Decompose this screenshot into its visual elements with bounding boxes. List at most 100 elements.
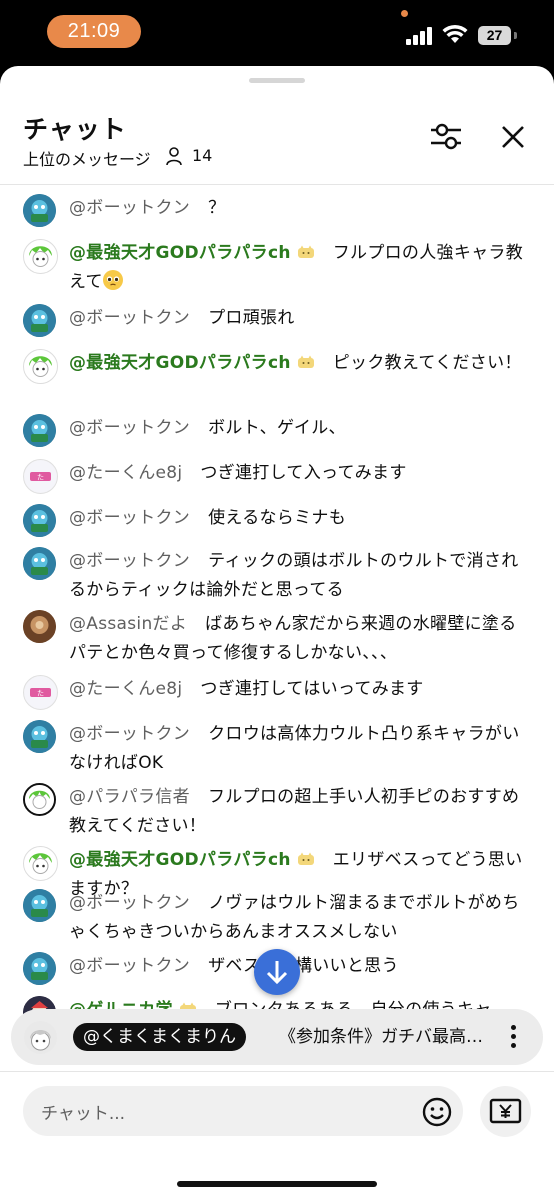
message-author[interactable]: @最強天才GODパラパラch xyxy=(69,353,291,373)
message-author[interactable]: @ボーットクン xyxy=(69,308,190,328)
battery-cap xyxy=(514,32,517,39)
avatar xyxy=(24,1021,57,1054)
chat-message[interactable]: @ボーットクン ノヴァはウルト溜まるまでボルトがめちゃくちゃきついからあんまオスス… xyxy=(0,885,554,951)
chat-mode-selector[interactable]: 上位のメッセージ xyxy=(23,146,151,170)
chat-message[interactable]: @ボーットクン ？ xyxy=(0,190,554,227)
wifi-icon xyxy=(442,24,468,43)
chat-message[interactable]: @最強天才GODパラパラch ピック教えてください！ xyxy=(0,345,554,411)
message-author[interactable]: @たーくんe8j xyxy=(69,463,182,483)
chat-message[interactable]: @ボーットクン ティックの頭はボルトのウルトで消されるからティックは論外だと思って… xyxy=(0,543,554,609)
kebab-icon[interactable] xyxy=(507,1023,519,1051)
chat-message[interactable]: た @たーくんe8j つぎ連打してはいってみます xyxy=(0,671,554,710)
message-body: @たーくんe8j つぎ連打して入ってみます xyxy=(69,459,531,488)
avatar[interactable] xyxy=(23,504,56,537)
chat-message[interactable]: @ボーットクン プロ頑張れ xyxy=(0,300,554,337)
recording-indicator xyxy=(401,10,408,17)
chat-message[interactable]: @ボーットクン クロウは高体力ウルト凸り系キャラがいなければOK xyxy=(0,716,554,782)
avatar[interactable] xyxy=(23,952,56,985)
message-body: @ボーットクン ノヴァはウルト溜まるまでボルトがめちゃくちゃきついからあんまオスス… xyxy=(69,889,531,947)
super-chat-button[interactable] xyxy=(480,1086,531,1137)
message-author[interactable]: @ボーットクン xyxy=(69,418,190,438)
message-body: @ボーットクン ボルト、ゲイル、 xyxy=(69,414,531,443)
message-author[interactable]: @ボーットクン xyxy=(69,956,190,976)
avatar[interactable] xyxy=(23,720,56,753)
pinned-text: 《参加条件》ガチバ最高… xyxy=(279,1027,483,1047)
viewer-count: 14 xyxy=(192,146,213,165)
message-body: @ボーットクン ティックの頭はボルトのウルトで消されるからティックは論外だと思って… xyxy=(69,547,531,605)
avatar[interactable] xyxy=(23,846,58,881)
chat-message[interactable]: @ボーットクン ボルト、ゲイル、 xyxy=(0,410,554,447)
pinned-message[interactable]: @くまくまくまりん 《参加条件》ガチバ最高… xyxy=(11,1009,543,1065)
avatar[interactable] xyxy=(23,783,56,816)
message-author[interactable]: @パラパラ信者 xyxy=(69,787,190,807)
signal-icon xyxy=(406,27,432,45)
svg-text:た: た xyxy=(37,474,44,482)
status-time: 21:09 xyxy=(47,15,141,48)
battery-icon: 27 xyxy=(478,26,511,45)
chat-message[interactable]: た @たーくんe8j つぎ連打して入ってみます xyxy=(0,455,554,494)
message-body: @パラパラ信者 フルプロの超上手い人初手ピのおすすめ教えてください！ xyxy=(69,783,531,841)
status-bar: 21:09 27 xyxy=(0,0,554,66)
message-body: @最強天才GODパラパラch ピック教えてください！ xyxy=(69,349,531,378)
message-text: ザベスも結構いいと思う xyxy=(208,956,399,976)
member-badge-icon xyxy=(297,847,315,865)
message-body: @ボーットクン クロウは高体力ウルト凸り系キャラがいなければOK xyxy=(69,720,531,778)
message-text: 使えるならミナも xyxy=(208,508,346,528)
message-author[interactable]: @Assasinだよ xyxy=(69,614,187,634)
smile-icon[interactable] xyxy=(421,1096,453,1128)
yen-icon xyxy=(489,1098,522,1124)
avatar[interactable] xyxy=(23,610,56,643)
chat-message[interactable]: @最強天才GODパラパラch フルプロの人強キャラ教えて xyxy=(0,235,554,301)
chat-message[interactable]: @ボーットクン 使えるならミナも xyxy=(0,500,554,537)
arrow-down-icon xyxy=(266,961,288,985)
pinned-author: @くまくまくまりん xyxy=(73,1023,246,1051)
message-author[interactable]: @最強天才GODパラパラch xyxy=(69,243,291,263)
header-divider xyxy=(0,184,554,185)
home-indicator[interactable] xyxy=(177,1181,377,1187)
avatar[interactable]: た xyxy=(23,675,58,710)
tune-icon[interactable] xyxy=(429,121,463,151)
member-badge-icon xyxy=(297,240,315,258)
avatar[interactable] xyxy=(23,239,58,274)
message-body: @最強天才GODパラパラch フルプロの人強キャラ教えて xyxy=(69,239,531,297)
page-title: チャット xyxy=(23,115,127,144)
input-divider xyxy=(0,1071,554,1072)
svg-text:た: た xyxy=(37,690,44,698)
avatar[interactable] xyxy=(23,349,58,384)
message-author[interactable]: @ボーットクン xyxy=(69,508,190,528)
message-body: @たーくんe8j つぎ連打してはいってみます xyxy=(69,675,531,704)
message-text: プロ頑張れ xyxy=(208,308,295,328)
chat-message[interactable]: @パラパラ信者 フルプロの超上手い人初手ピのおすすめ教えてください！ xyxy=(0,779,554,845)
drag-handle[interactable] xyxy=(249,78,305,83)
avatar[interactable] xyxy=(23,414,56,447)
message-body: @ボーットクン ザベスも結構いいと思う xyxy=(69,952,531,981)
avatar[interactable] xyxy=(23,304,56,337)
message-author[interactable]: @ボーットクン xyxy=(69,198,190,218)
message-body: @ボーットクン 使えるならミナも xyxy=(69,504,531,533)
message-author[interactable]: @最強天才GODパラパラch xyxy=(69,850,291,870)
message-text: ピック教えてください！ xyxy=(332,353,522,373)
message-author[interactable]: @ボーットクン xyxy=(69,551,190,571)
message-body: @Assasinだよ ばあちゃん家だから来週の水曜壁に塗るパテとか色々買って修復す… xyxy=(69,610,531,668)
close-icon[interactable] xyxy=(500,124,526,150)
message-body: @ボーットクン ？ xyxy=(69,194,531,223)
message-text: つぎ連打して入ってみます xyxy=(200,463,407,483)
chat-panel: チャット 上位のメッセージ 14 @ボーットクン ？ @最強天才GODパラパラch フ… xyxy=(0,66,554,1199)
message-author[interactable]: @ボーットクン xyxy=(69,893,190,913)
message-author[interactable]: @ボーットクン xyxy=(69,724,190,744)
person-icon xyxy=(166,147,182,166)
avatar[interactable] xyxy=(23,194,56,227)
avatar[interactable] xyxy=(23,547,56,580)
message-body: @ボーットクン プロ頑張れ xyxy=(69,304,531,333)
message-author[interactable]: @たーくんe8j xyxy=(69,679,182,699)
pleading-face-emoji-icon xyxy=(102,270,123,290)
scroll-to-bottom-button[interactable] xyxy=(254,949,300,995)
chat-input-placeholder: チャット... xyxy=(41,1104,126,1124)
message-text: ？ xyxy=(208,198,226,218)
chat-message[interactable]: @Assasinだよ ばあちゃん家だから来週の水曜壁に塗るパテとか色々買って修復す… xyxy=(0,606,554,672)
message-text: ボルト、ゲイル、 xyxy=(208,418,346,438)
message-text: つぎ連打してはいってみます xyxy=(200,679,424,699)
avatar[interactable] xyxy=(23,889,56,922)
avatar[interactable]: た xyxy=(23,459,58,494)
member-badge-icon xyxy=(297,350,315,368)
